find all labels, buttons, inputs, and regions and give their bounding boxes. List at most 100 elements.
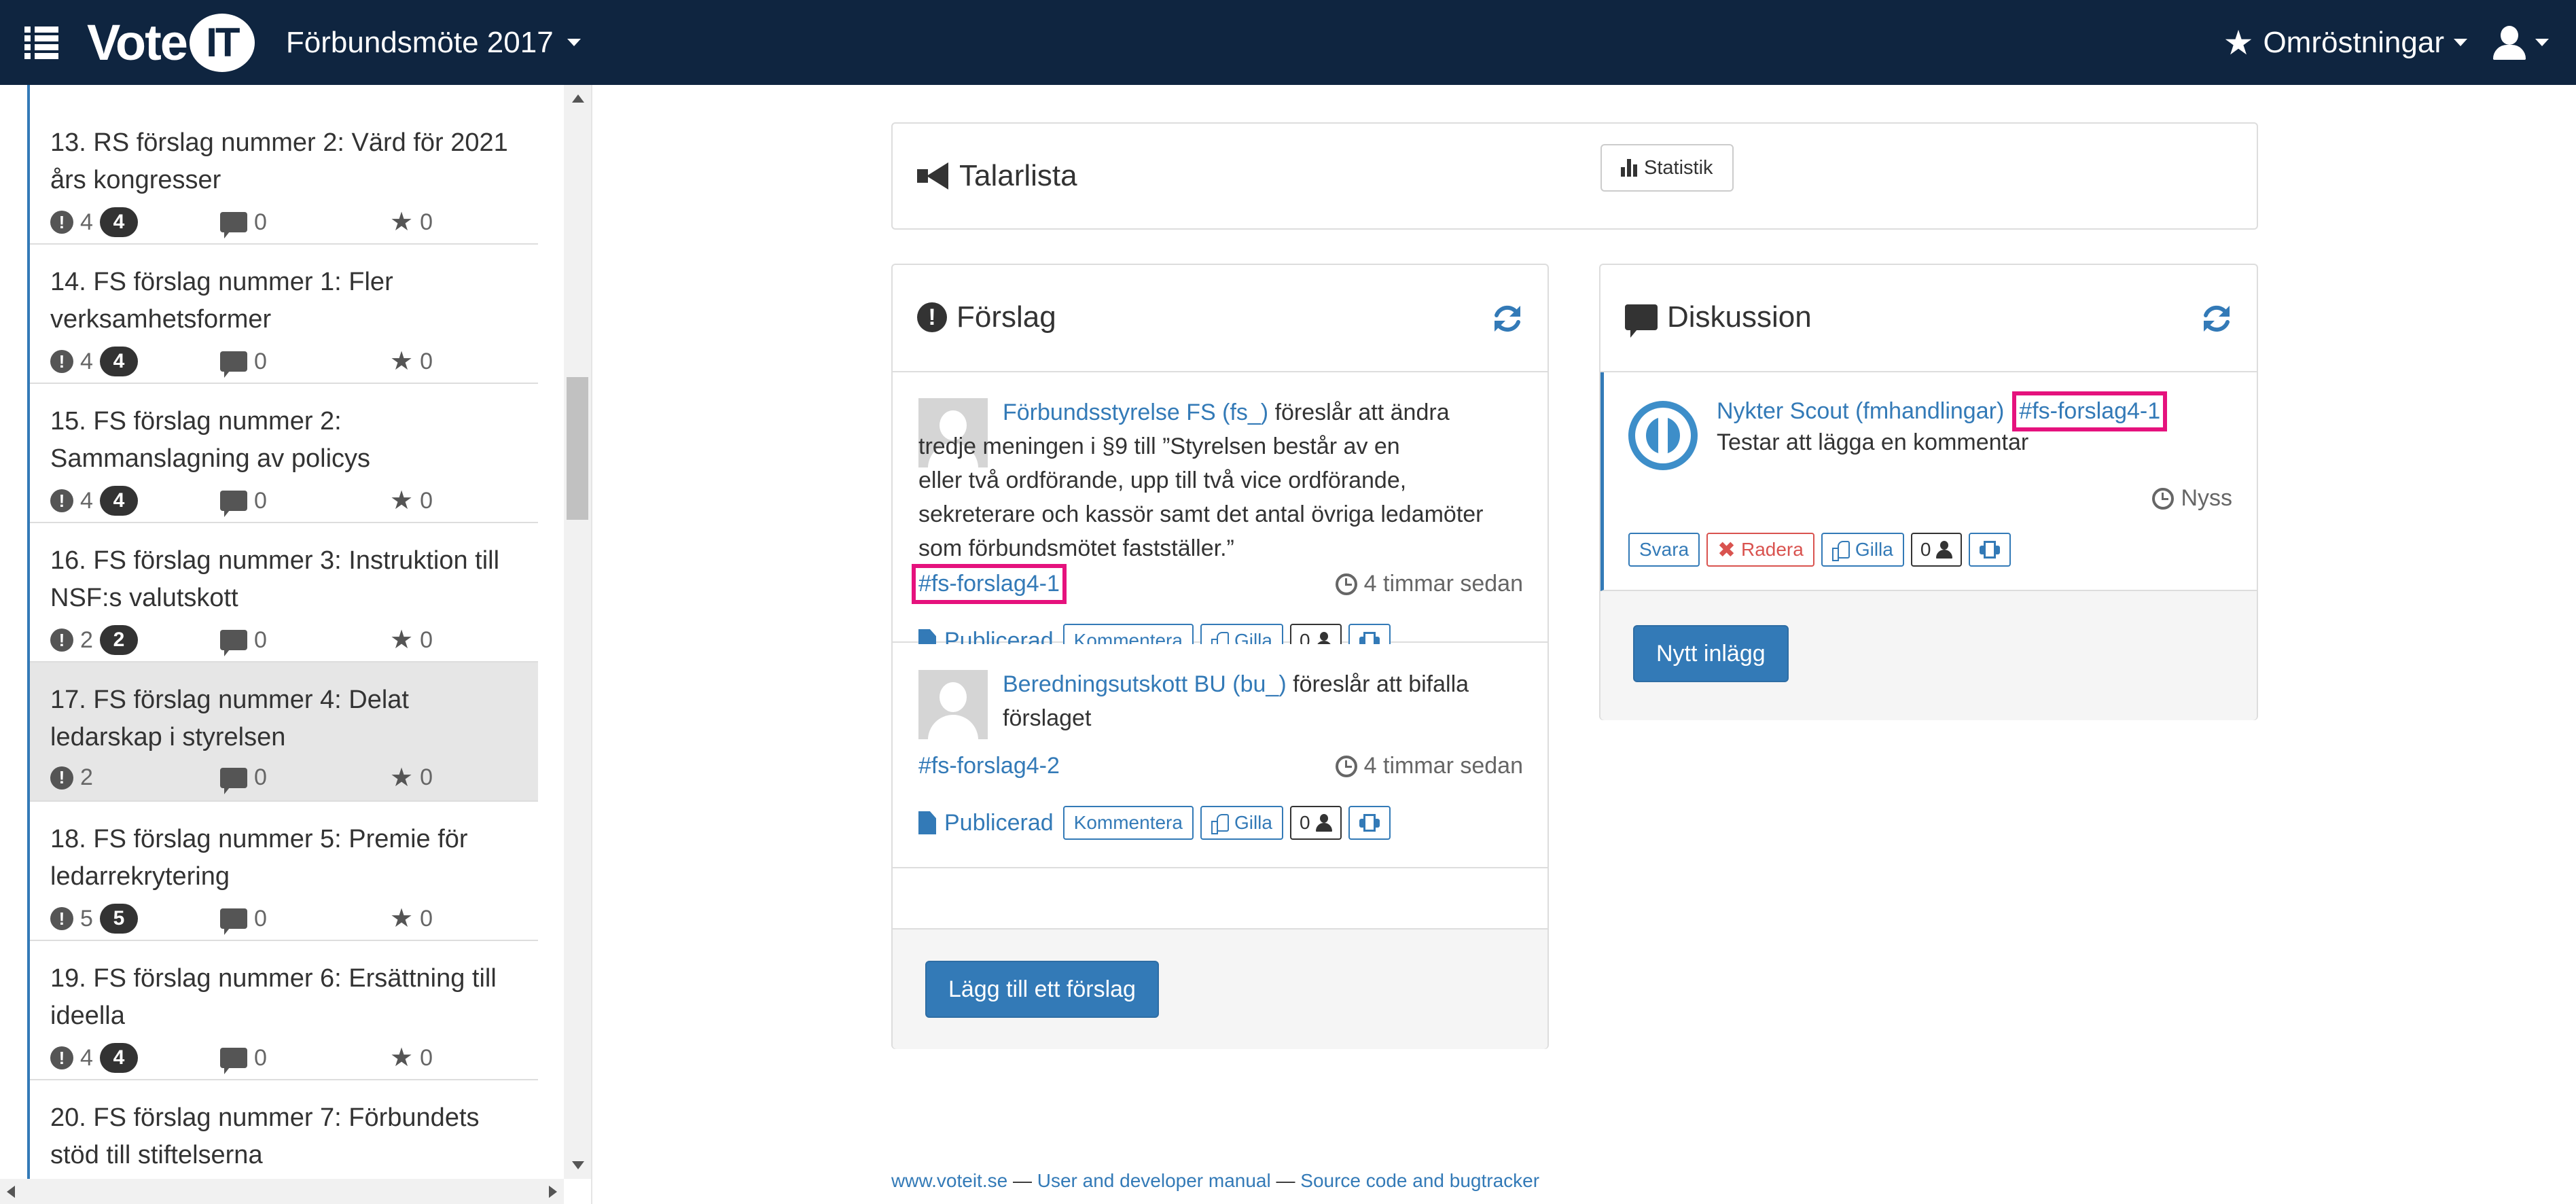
agenda-sidebar: 13. RS förslag nummer 2: Värd för 2021 å… <box>0 85 592 1204</box>
sidebar-horizontal-scrollbar[interactable] <box>0 1179 564 1204</box>
clock-icon <box>1335 573 1357 595</box>
thumbs-up-icon <box>1211 814 1229 834</box>
manual-link[interactable]: User and developer manual <box>1037 1170 1271 1191</box>
thumbs-up-icon <box>1831 541 1850 561</box>
proposal-item: Beredningsutskott BU (bu_) föreslår att … <box>893 644 1548 868</box>
comment-count: 0 <box>254 764 267 790</box>
star-icon: ★ <box>390 763 414 792</box>
agenda-item-stats: ! 2 2 0 ★ 0 <box>50 625 519 656</box>
voteit-logo[interactable]: Vote IT <box>87 13 255 72</box>
reply-button[interactable]: Svara <box>1628 533 1700 567</box>
star-icon: ★ <box>390 347 414 376</box>
user-icon <box>2493 25 2526 60</box>
like-count-button[interactable]: 0 <box>1289 806 1342 840</box>
agenda-item[interactable]: 19. FS förslag nummer 6: Ersättning till… <box>30 941 538 1080</box>
exclamation-circle-icon: ! <box>50 489 73 512</box>
post-tag-link[interactable]: #fs-forslag4-1 <box>2012 391 2168 431</box>
agenda-list: 13. RS förslag nummer 2: Värd för 2021 å… <box>27 85 538 1179</box>
polls-dropdown[interactable]: ★ Omröstningar <box>2223 26 2467 60</box>
proposal-timestamp: 4 timmar sedan <box>1335 753 1523 779</box>
exclamation-circle-icon: ! <box>50 1046 73 1069</box>
print-icon <box>1359 814 1380 832</box>
voteit-site-link[interactable]: www.voteit.se <box>891 1170 1007 1191</box>
proposal-text: Beredningsutskott BU (bu_) föreslår att … <box>1003 671 1469 731</box>
like-button[interactable]: Gilla <box>1821 533 1904 567</box>
statistics-button[interactable]: Statistik <box>1600 144 1734 192</box>
agenda-item[interactable]: 13. RS förslag nummer 2: Värd för 2021 å… <box>30 105 538 245</box>
scroll-up-icon[interactable] <box>572 94 584 103</box>
comment-button[interactable]: Kommentera <box>1062 806 1194 840</box>
comment-icon <box>220 1048 247 1074</box>
page-footer: www.voteit.se — User and developer manua… <box>891 1170 1540 1191</box>
polls-label: Omröstningar <box>2263 25 2444 59</box>
like-button[interactable]: Gilla <box>1200 806 1283 840</box>
meeting-title: Förbundsmöte 2017 <box>285 25 554 59</box>
scroll-right-icon[interactable] <box>549 1186 557 1198</box>
agenda-item-stats: ! 4 4 0 ★ 0 <box>50 1043 519 1074</box>
comment-icon <box>220 630 247 656</box>
comment-icon <box>220 908 247 935</box>
agenda-item[interactable]: 14. FS förslag nummer 1: Fler verksamhet… <box>30 245 538 384</box>
comment-count: 0 <box>254 348 267 374</box>
star-icon: ★ <box>390 1044 414 1072</box>
published-state-dropdown[interactable]: Publicerad <box>918 810 1054 836</box>
proposal-tag-link[interactable]: #fs-forslag4-1 <box>912 564 1067 604</box>
star-count: 0 <box>420 209 433 235</box>
proposal-text: Förbundsstyrelse FS (fs_) föreslår att ä… <box>918 400 1484 561</box>
scrollbar-thumb[interactable] <box>567 377 588 520</box>
scroll-left-icon[interactable] <box>7 1186 15 1198</box>
comment-count: 0 <box>254 905 267 932</box>
star-count: 0 <box>420 905 433 932</box>
agenda-menu-icon[interactable] <box>24 26 58 59</box>
source-code-link[interactable]: Source code and bugtracker <box>1300 1170 1539 1191</box>
comment-count: 0 <box>254 1044 267 1071</box>
sidebar-vertical-scrollbar[interactable] <box>564 85 591 1179</box>
clock-icon <box>1335 755 1357 777</box>
agenda-item-title: 19. FS förslag nummer 6: Ersättning till… <box>50 964 497 1030</box>
print-button[interactable] <box>1969 533 2011 567</box>
star-count: 0 <box>420 626 433 653</box>
exclamation-circle-icon: ! <box>50 350 73 373</box>
star-count: 0 <box>420 348 433 374</box>
agenda-item-title: 20. FS förslag nummer 7: Förbundets stöd… <box>50 1103 480 1169</box>
add-proposal-button[interactable]: Lägg till ett förslag <box>925 961 1159 1018</box>
star-icon: ★ <box>390 208 414 236</box>
proposal-timestamp: 4 timmar sedan <box>1335 571 1523 597</box>
agenda-item[interactable]: 18. FS förslag nummer 5: Premie för leda… <box>30 802 538 941</box>
proposal-count: 4 <box>80 209 93 235</box>
comment-icon <box>220 351 247 378</box>
new-post-button[interactable]: Nytt inlägg <box>1633 625 1789 682</box>
star-icon: ★ <box>390 904 414 933</box>
agenda-item[interactable]: 16. FS förslag nummer 3: Instruktion til… <box>30 523 538 662</box>
user-icon <box>1315 814 1332 832</box>
proposal-author-link[interactable]: Förbundsstyrelse FS (fs_) <box>1003 400 1268 425</box>
proposal-author-link[interactable]: Beredningsutskott BU (bu_) <box>1003 671 1287 697</box>
comment-icon <box>1625 304 1658 338</box>
user-menu-dropdown[interactable] <box>2493 25 2549 60</box>
print-button[interactable] <box>1348 806 1391 840</box>
delete-button[interactable]: ✖ Radera <box>1706 533 1814 567</box>
scroll-down-icon[interactable] <box>572 1161 584 1169</box>
post-author-link[interactable]: Nykter Scout (fmhandlingar) <box>1717 398 2004 425</box>
print-icon <box>1980 541 2001 559</box>
comment-count: 0 <box>254 626 267 653</box>
logo-badge: IT <box>189 13 255 72</box>
proposal-tag-link[interactable]: #fs-forslag4-2 <box>918 753 1060 779</box>
agenda-item[interactable]: 17. FS förslag nummer 4: Delat ledarskap… <box>30 662 538 802</box>
agenda-item[interactable]: 15. FS förslag nummer 2: Sammanslagning … <box>30 384 538 523</box>
post-body: Testar att lägga en kommentar <box>1717 429 2029 455</box>
comment-count: 0 <box>254 487 267 514</box>
proposal-count: 2 <box>80 626 93 653</box>
refresh-icon[interactable] <box>2200 302 2234 336</box>
agenda-item[interactable]: 20. FS förslag nummer 7: Förbundets stöd… <box>30 1080 538 1179</box>
agenda-item-stats: ! 4 4 0 ★ 0 <box>50 347 519 378</box>
caret-down-icon <box>567 39 581 46</box>
refresh-icon[interactable] <box>1490 302 1524 336</box>
star-count: 0 <box>420 764 433 790</box>
agenda-item-stats: ! 4 4 0 ★ 0 <box>50 207 519 238</box>
logo-text: Vote <box>87 14 188 71</box>
agenda-item-title: 15. FS förslag nummer 2: Sammanslagning … <box>50 407 371 473</box>
exclamation-circle-icon: ! <box>50 628 73 652</box>
like-count-button[interactable]: 0 <box>1910 533 1963 567</box>
meeting-dropdown[interactable]: Förbundsmöte 2017 <box>286 26 581 60</box>
